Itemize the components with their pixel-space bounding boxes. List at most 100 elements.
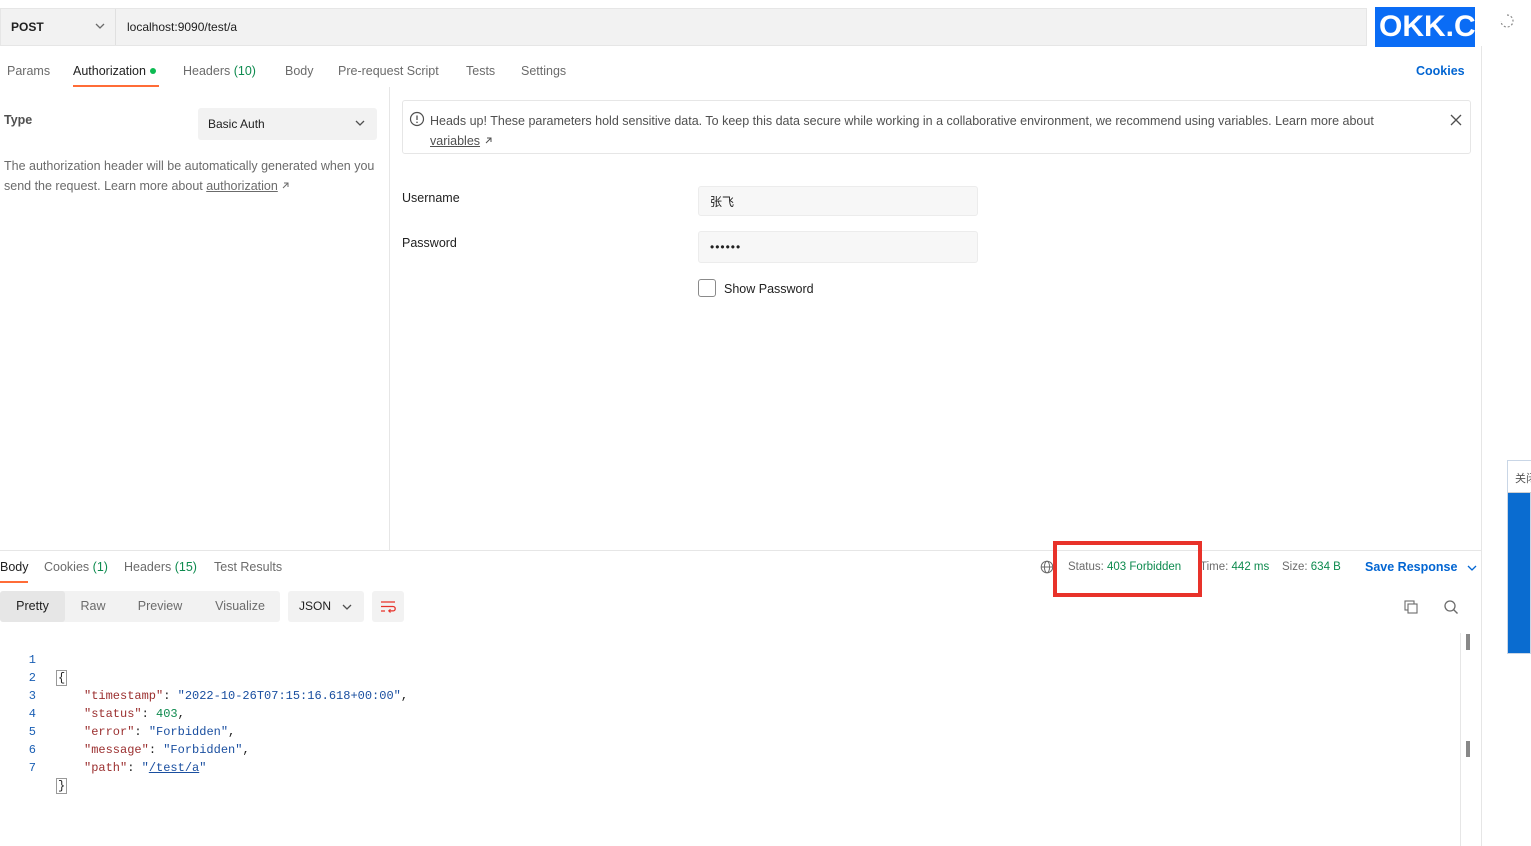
response-body-code[interactable]: 1 { 2 "timestamp": "2022-10-26T07:15:16.… xyxy=(0,633,1460,846)
line-content: } xyxy=(56,777,68,795)
view-preview-button[interactable]: Preview xyxy=(124,591,196,622)
brace: { xyxy=(56,670,68,686)
brace: } xyxy=(56,778,68,794)
json-string-quote: " xyxy=(199,761,207,775)
tab-settings[interactable]: Settings xyxy=(521,64,566,78)
view-raw-button[interactable]: Raw xyxy=(68,591,118,622)
auth-description: The authorization header will be automat… xyxy=(4,156,384,196)
line-content: { xyxy=(56,669,68,687)
banner-message: Heads up! These parameters hold sensitiv… xyxy=(430,114,1374,128)
copy-icon[interactable] xyxy=(1403,599,1419,615)
response-tab-cookies-count: (1) xyxy=(92,560,108,574)
chevron-down-icon xyxy=(355,120,365,126)
sensitive-data-banner: Heads up! These parameters hold sensitiv… xyxy=(402,100,1471,154)
tab-headers[interactable]: Headers (10) xyxy=(183,64,256,78)
code-line: 5 "message": "Forbidden", xyxy=(0,705,250,757)
view-mode-group: Pretty Raw Preview Visualize xyxy=(0,591,280,622)
username-label: Username xyxy=(402,191,460,205)
line-content: "error": "Forbidden", xyxy=(84,725,236,739)
method-select[interactable]: POST xyxy=(1,9,116,45)
tab-authorization[interactable]: Authorization xyxy=(73,64,156,78)
side-float-widget[interactable]: 关闭 xyxy=(1507,460,1531,654)
username-input[interactable] xyxy=(698,186,978,216)
tab-params[interactable]: Params xyxy=(7,64,50,78)
banner-text: Heads up! These parameters hold sensitiv… xyxy=(430,111,1420,151)
response-time[interactable]: Time: 442 ms xyxy=(1200,561,1269,573)
view-pretty-button[interactable]: Pretty xyxy=(0,591,65,622)
response-tab-cookies[interactable]: Cookies (1) xyxy=(44,560,108,574)
external-link-icon xyxy=(485,137,492,144)
json-string: "Forbidden" xyxy=(163,743,243,757)
path-link[interactable]: /test/a xyxy=(149,761,199,775)
password-label: Password xyxy=(402,236,457,250)
line-content: "message": "Forbidden", xyxy=(84,743,250,757)
active-dot-icon xyxy=(149,67,156,74)
size-label: Size: xyxy=(1282,561,1308,573)
watermark-logo: OKK.CO xyxy=(1375,7,1475,47)
response-tab-body[interactable]: Body xyxy=(0,560,29,574)
line-content: "path": "/test/a" xyxy=(84,761,207,775)
json-key: "timestamp" xyxy=(84,689,164,703)
save-response-button[interactable]: Save Response xyxy=(1365,560,1477,574)
time-label: Time: xyxy=(1200,561,1229,573)
tab-body[interactable]: Body xyxy=(285,64,314,78)
chevron-down-icon xyxy=(1467,565,1477,571)
code-line: 2 "timestamp": "2022-10-26T07:15:16.618+… xyxy=(0,651,408,703)
search-icon[interactable] xyxy=(1443,599,1459,615)
chevron-down-icon xyxy=(342,604,352,610)
authorization-link[interactable]: authorization xyxy=(206,179,278,193)
url-input[interactable]: localhost:9090/test/a xyxy=(127,20,237,34)
response-divider xyxy=(0,550,1481,551)
response-tab-headers[interactable]: Headers (15) xyxy=(124,560,197,574)
size-value: 634 B xyxy=(1310,561,1341,573)
format-select[interactable]: JSON xyxy=(288,591,364,622)
auth-description-text: The authorization header will be automat… xyxy=(4,159,375,193)
response-tab-headers-count: (15) xyxy=(174,560,197,574)
right-divider xyxy=(1481,46,1482,846)
tab-headers-count: (10) xyxy=(233,64,256,78)
chevron-down-icon xyxy=(95,23,105,29)
active-tab-underline xyxy=(73,85,159,87)
response-size[interactable]: Size: 634 B xyxy=(1282,561,1341,573)
response-tab-test-results[interactable]: Test Results xyxy=(214,560,282,574)
highlight-box xyxy=(1053,541,1202,597)
scrollbar-thumb[interactable] xyxy=(1466,634,1470,650)
code-scrollbar-track xyxy=(1460,633,1461,846)
show-password-label: Show Password xyxy=(724,282,814,296)
line-content: "timestamp": "2022-10-26T07:15:16.618+00… xyxy=(84,689,409,703)
close-icon[interactable] xyxy=(1449,113,1463,127)
cookies-link[interactable]: Cookies xyxy=(1416,64,1465,78)
line-content: "status": 403, xyxy=(84,707,185,721)
external-link-icon xyxy=(282,182,289,189)
variables-link[interactable]: variables xyxy=(430,134,480,148)
password-input[interactable] xyxy=(698,231,978,263)
code-line: 7 } xyxy=(0,741,68,794)
json-string-quote: " xyxy=(141,761,149,775)
json-key: "message" xyxy=(84,743,149,757)
active-tab-underline xyxy=(0,581,28,583)
tab-authorization-label: Authorization xyxy=(73,64,146,78)
format-value: JSON xyxy=(299,599,332,613)
panel-divider xyxy=(389,87,390,550)
globe-icon[interactable] xyxy=(1040,560,1054,574)
tab-headers-label: Headers xyxy=(183,64,231,78)
url-bar: POST localhost:9090/test/a xyxy=(0,8,1367,46)
auth-type-select[interactable]: Basic Auth xyxy=(198,108,377,140)
scrollbar-thumb[interactable] xyxy=(1466,741,1470,757)
line-number: 7 xyxy=(28,761,36,775)
json-key: "status" xyxy=(84,707,142,721)
code-line: 6 "path": "/test/a" xyxy=(0,723,207,775)
side-widget-close[interactable]: 关闭 xyxy=(1508,461,1531,493)
method-label: POST xyxy=(11,20,44,34)
loading-icon xyxy=(1500,14,1514,31)
wrap-lines-button[interactable] xyxy=(372,591,404,622)
auth-type-label: Type xyxy=(4,113,33,127)
wrap-lines-icon xyxy=(381,601,396,613)
info-icon xyxy=(409,111,425,127)
show-password-checkbox[interactable] xyxy=(698,279,716,297)
tab-tests[interactable]: Tests xyxy=(466,64,495,78)
view-visualize-button[interactable]: Visualize xyxy=(203,591,277,622)
response-tab-cookies-label: Cookies xyxy=(44,560,90,574)
tab-prerequest-script[interactable]: Pre-request Script xyxy=(338,64,439,78)
save-response-label: Save Response xyxy=(1365,560,1458,574)
